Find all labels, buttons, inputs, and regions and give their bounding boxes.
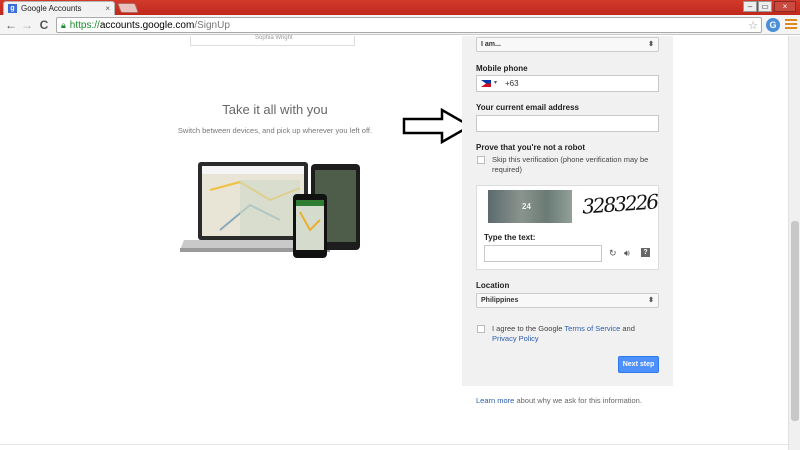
- captcha-photo-number: 24: [522, 202, 531, 211]
- url-path: /SignUp: [194, 19, 230, 31]
- email-label: Your current email address: [476, 103, 579, 112]
- privacy-policy-link[interactable]: Privacy Policy: [492, 334, 539, 343]
- close-window-button[interactable]: ×: [774, 1, 796, 12]
- tab-close-icon[interactable]: ×: [105, 4, 110, 13]
- type-text-label: Type the text:: [484, 233, 536, 242]
- promo-subtitle: Switch between devices, and pick up wher…: [177, 126, 373, 135]
- refresh-captcha-icon[interactable]: ↻: [609, 248, 617, 259]
- lock-icon: 🔒︎: [61, 19, 66, 30]
- current-email-input[interactable]: [476, 115, 659, 132]
- browser-titlebar: g Google Accounts × – ▭ ×: [0, 0, 800, 15]
- new-tab-button[interactable]: [117, 3, 139, 13]
- country-dropdown-icon[interactable]: ▾: [494, 79, 497, 86]
- url-scheme: https://: [69, 19, 100, 31]
- forward-button[interactable]: →: [20, 18, 34, 32]
- back-button[interactable]: ←: [4, 18, 18, 32]
- page-scrollbar[interactable]: [788, 36, 800, 450]
- skip-verification-checkbox[interactable]: [477, 156, 485, 164]
- devices-illustration: [180, 162, 360, 258]
- address-bar[interactable]: 🔒︎ https://accounts.google.com/SignUp ☆: [56, 17, 762, 33]
- person-name: Sophia Wright: [255, 35, 293, 41]
- browser-tab[interactable]: g Google Accounts ×: [3, 1, 115, 15]
- tab-title: Google Accounts: [21, 4, 82, 13]
- agree-and: and: [620, 324, 635, 333]
- select-arrows-icon: ⬍: [648, 297, 654, 304]
- reload-button[interactable]: C: [37, 18, 51, 32]
- location-select[interactable]: Philippines ⬍: [476, 293, 659, 308]
- captcha-input[interactable]: [484, 245, 602, 262]
- page-bottom-divider: [0, 444, 788, 445]
- learn-more-rest: about why we ask for this information.: [514, 396, 642, 405]
- browser-toolbar: ← → C 🔒︎ https://accounts.google.com/Sig…: [0, 15, 800, 35]
- captcha-image-photo: 24: [488, 190, 572, 223]
- mobile-phone-input[interactable]: [476, 75, 659, 92]
- extension-icon[interactable]: G: [766, 18, 780, 32]
- gender-select[interactable]: I am... ⬍: [476, 37, 659, 52]
- agree-prefix: I agree to the Google: [492, 324, 565, 333]
- learn-more-link[interactable]: Learn more: [476, 396, 514, 405]
- url-host: accounts.google.com: [99, 19, 195, 31]
- terms-checkbox[interactable]: [477, 325, 485, 333]
- google-favicon-icon: g: [8, 4, 17, 13]
- philippines-flag-icon[interactable]: [481, 80, 491, 87]
- terms-of-service-link[interactable]: Terms of Service: [564, 324, 620, 333]
- maximize-button[interactable]: ▭: [758, 1, 772, 12]
- mobile-phone-label: Mobile phone: [476, 64, 528, 73]
- phone-country-code: +63: [505, 79, 519, 88]
- robot-verification-label: Prove that you're not a robot: [476, 143, 586, 152]
- location-label: Location: [476, 281, 510, 290]
- bookmark-star-icon[interactable]: ☆: [748, 19, 758, 32]
- gender-select-value: I am...: [481, 41, 501, 48]
- next-step-button[interactable]: Next step: [618, 356, 659, 373]
- promo-title: Take it all with you: [222, 102, 328, 117]
- captcha-help-icon[interactable]: ?: [641, 248, 650, 257]
- location-select-value: Philippines: [481, 297, 519, 304]
- audio-captcha-icon[interactable]: 🔊︎: [624, 248, 630, 259]
- select-arrows-icon: ⬍: [648, 41, 654, 48]
- terms-agreement-text: I agree to the Google Terms of Service a…: [492, 324, 657, 344]
- minimize-button[interactable]: –: [743, 1, 757, 12]
- skip-verification-label: Skip this verification (phone verificati…: [492, 155, 649, 174]
- menu-icon[interactable]: [785, 19, 797, 31]
- learn-more-text: Learn more about why we ask for this inf…: [476, 396, 642, 405]
- scrollbar-thumb[interactable]: [791, 221, 799, 421]
